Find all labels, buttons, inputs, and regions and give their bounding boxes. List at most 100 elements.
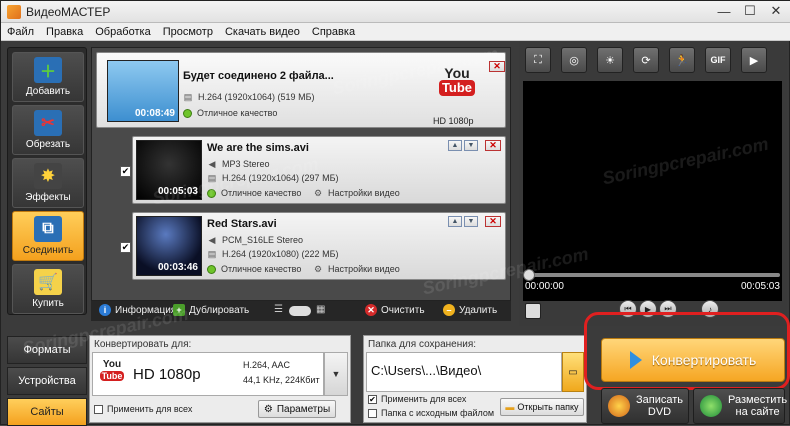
merged-group-card[interactable]: 00:08:49 Будет соединено 2 файла... ▤ H.… [96, 52, 506, 128]
file-1-audio-text: MP3 Stereo [222, 159, 270, 169]
move-down-button[interactable]: ▼ [464, 140, 478, 151]
minimize-button[interactable]: — [711, 1, 737, 21]
close-window-button[interactable]: ✕ [763, 1, 789, 21]
buy-button[interactable]: 🛒 Купить [12, 264, 84, 314]
save-path-field[interactable]: C:\Users\...\Видео\ [366, 352, 562, 392]
group-video-text: H.264 (1920x1064) (519 МБ) [198, 92, 315, 102]
seek-bar[interactable] [523, 269, 780, 281]
duplicate-button[interactable]: + Дублировать [173, 304, 249, 316]
merge-button[interactable]: ⧉ Соединить [12, 211, 84, 261]
add-label: Добавить [25, 86, 71, 97]
menu-help[interactable]: Справка [312, 26, 355, 38]
menu-file[interactable]: Файл [7, 26, 34, 38]
window-title: ВидеоМАСТЕР [26, 4, 111, 19]
remove-group-button[interactable]: ✕ [489, 61, 505, 72]
tab-formats[interactable]: Форматы [7, 336, 87, 364]
apply-all-format-checkbox[interactable] [94, 404, 103, 414]
file-1-video-text: H.264 (1920x1064) (297 МБ) [222, 173, 339, 183]
quality-dot-icon [207, 188, 216, 198]
snapshot-icon[interactable] [525, 303, 541, 319]
file-2-checkbox[interactable]: ✔ [120, 242, 131, 253]
menu-view[interactable]: Просмотр [163, 26, 213, 38]
apply-all-folder-checkbox[interactable]: ✔ [368, 394, 377, 404]
open-folder-button[interactable]: ▬ Открыть папку [500, 398, 584, 416]
format-selector[interactable]: You Tube HD 1080p H.264, AAC 44,1 KHz, 2… [92, 352, 324, 396]
minus-icon: – [443, 304, 455, 316]
gif-button[interactable]: GIF [705, 47, 731, 73]
app-window: ВидеоМАСТЕР — ☐ ✕ Файл Правка Обработка … [0, 0, 790, 426]
buy-label: Купить [32, 298, 64, 309]
rotate-icon[interactable]: ⟳ [633, 47, 659, 73]
menu-edit[interactable]: Правка [46, 26, 83, 38]
film-scissors-icon: ✂ [34, 110, 62, 136]
menu-bar: Файл Правка Обработка Просмотр Скачать в… [1, 23, 790, 41]
remove-file-2-button[interactable]: ✕ [485, 216, 501, 227]
apply-all-folder[interactable]: ✔ Применить для всех [368, 394, 466, 404]
remove-file-1-button[interactable]: ✕ [485, 140, 501, 151]
format-dropdown-button[interactable]: ▼ [324, 352, 348, 396]
move-up-button[interactable]: ▲ [448, 140, 462, 151]
view-grid-icon[interactable]: ▦ [316, 304, 325, 315]
add-button[interactable]: ＋ Добавить [12, 52, 84, 102]
parameters-label: Параметры [276, 403, 331, 415]
delete-label: Удалить [459, 304, 498, 316]
seek-knob[interactable] [523, 269, 535, 281]
convert-for-title: Конвертировать для: [94, 339, 192, 350]
brightness-icon[interactable]: ☀ [597, 47, 623, 73]
delete-button[interactable]: – Удалить [443, 304, 497, 316]
view-list-icon[interactable]: ☰ [274, 304, 283, 315]
maximize-button[interactable]: ☐ [737, 1, 763, 21]
film-strip-icon: ▤ [207, 249, 217, 259]
youtube-tube: Tube [438, 80, 476, 96]
move-up-button[interactable]: ▲ [448, 216, 462, 227]
tab-sites[interactable]: Сайты [7, 398, 87, 426]
effects-label: Эффекты [25, 192, 71, 203]
effects-button[interactable]: ✸ Эффекты [12, 158, 84, 208]
list-toolbar: i Информация + Дублировать ☰ ▦ ✕ Очистит… [91, 301, 511, 321]
globe-icon [700, 395, 722, 417]
menu-download[interactable]: Скачать видео [225, 26, 300, 38]
clear-icon: ✕ [365, 304, 377, 316]
file-2-card[interactable]: 00:03:46 Red Stars.avi ◀ PCM_S16LE Stere… [132, 212, 506, 280]
gear-icon: ⚙ [263, 403, 273, 415]
trim-label: Обрезать [25, 139, 71, 150]
burn-dvd-button[interactable]: Записать DVD [601, 388, 689, 424]
file-2-duration: 00:03:46 [157, 262, 198, 273]
trim-button[interactable]: ✂ Обрезать [12, 105, 84, 155]
file-1-thumbnail: 00:05:03 [136, 140, 202, 200]
source-folder-checkbox[interactable] [368, 408, 377, 418]
clear-button[interactable]: ✕ Очистить [365, 304, 425, 316]
upload-site-button[interactable]: Разместить на сайте [693, 388, 787, 424]
file-1-checkbox[interactable]: ✔ [120, 166, 131, 177]
move-down-button[interactable]: ▼ [464, 216, 478, 227]
folder-browse-icon[interactable]: ▭ [562, 352, 584, 392]
file-1-settings-link[interactable]: ⚙ Настройки видео [313, 188, 400, 198]
info-button[interactable]: i Информация [99, 304, 176, 316]
film-strip-icon: ▤ [207, 173, 217, 183]
file-1-card[interactable]: 00:05:03 We are the sims.avi ◀ MP3 Stere… [132, 136, 506, 204]
convert-for-panel: Конвертировать для: You Tube HD 1080p H.… [89, 335, 351, 423]
speed-icon[interactable]: 🏃 [669, 47, 695, 73]
stabilize-icon[interactable]: ◎ [561, 47, 587, 73]
menu-process[interactable]: Обработка [95, 26, 150, 38]
folder-icon: ▬ [505, 402, 515, 412]
view-toggle[interactable] [289, 306, 311, 316]
play-frame-icon[interactable]: ▶ [741, 47, 767, 73]
source-folder-option[interactable]: Папка с исходным файлом [368, 408, 494, 418]
time-end: 00:05:03 [741, 281, 780, 292]
tab-devices[interactable]: Устройства [7, 367, 87, 395]
file-list: 00:08:49 Будет соединено 2 файла... ▤ H.… [91, 47, 511, 301]
file-2-name: Red Stars.avi [207, 218, 277, 230]
dvd-label: Записать DVD [636, 394, 684, 418]
parameters-button[interactable]: ⚙ Параметры [258, 400, 336, 418]
category-tabs: Форматы Устройства Сайты [7, 336, 87, 426]
file-2-settings-text: Настройки видео [328, 264, 400, 274]
file-1-quality-text: Отличное качество [221, 188, 302, 198]
apply-all-format[interactable]: Применить для всех [94, 404, 192, 414]
file-2-settings-link[interactable]: ⚙ Настройки видео [313, 264, 400, 274]
duplicate-icon: + [173, 304, 185, 316]
gear-icon: ⚙ [313, 264, 323, 274]
file-2-quality: Отличное качество [207, 264, 301, 274]
youtube-logo-icon: You Tube [99, 359, 125, 381]
crop-icon[interactable]: ⛶ [525, 47, 551, 73]
